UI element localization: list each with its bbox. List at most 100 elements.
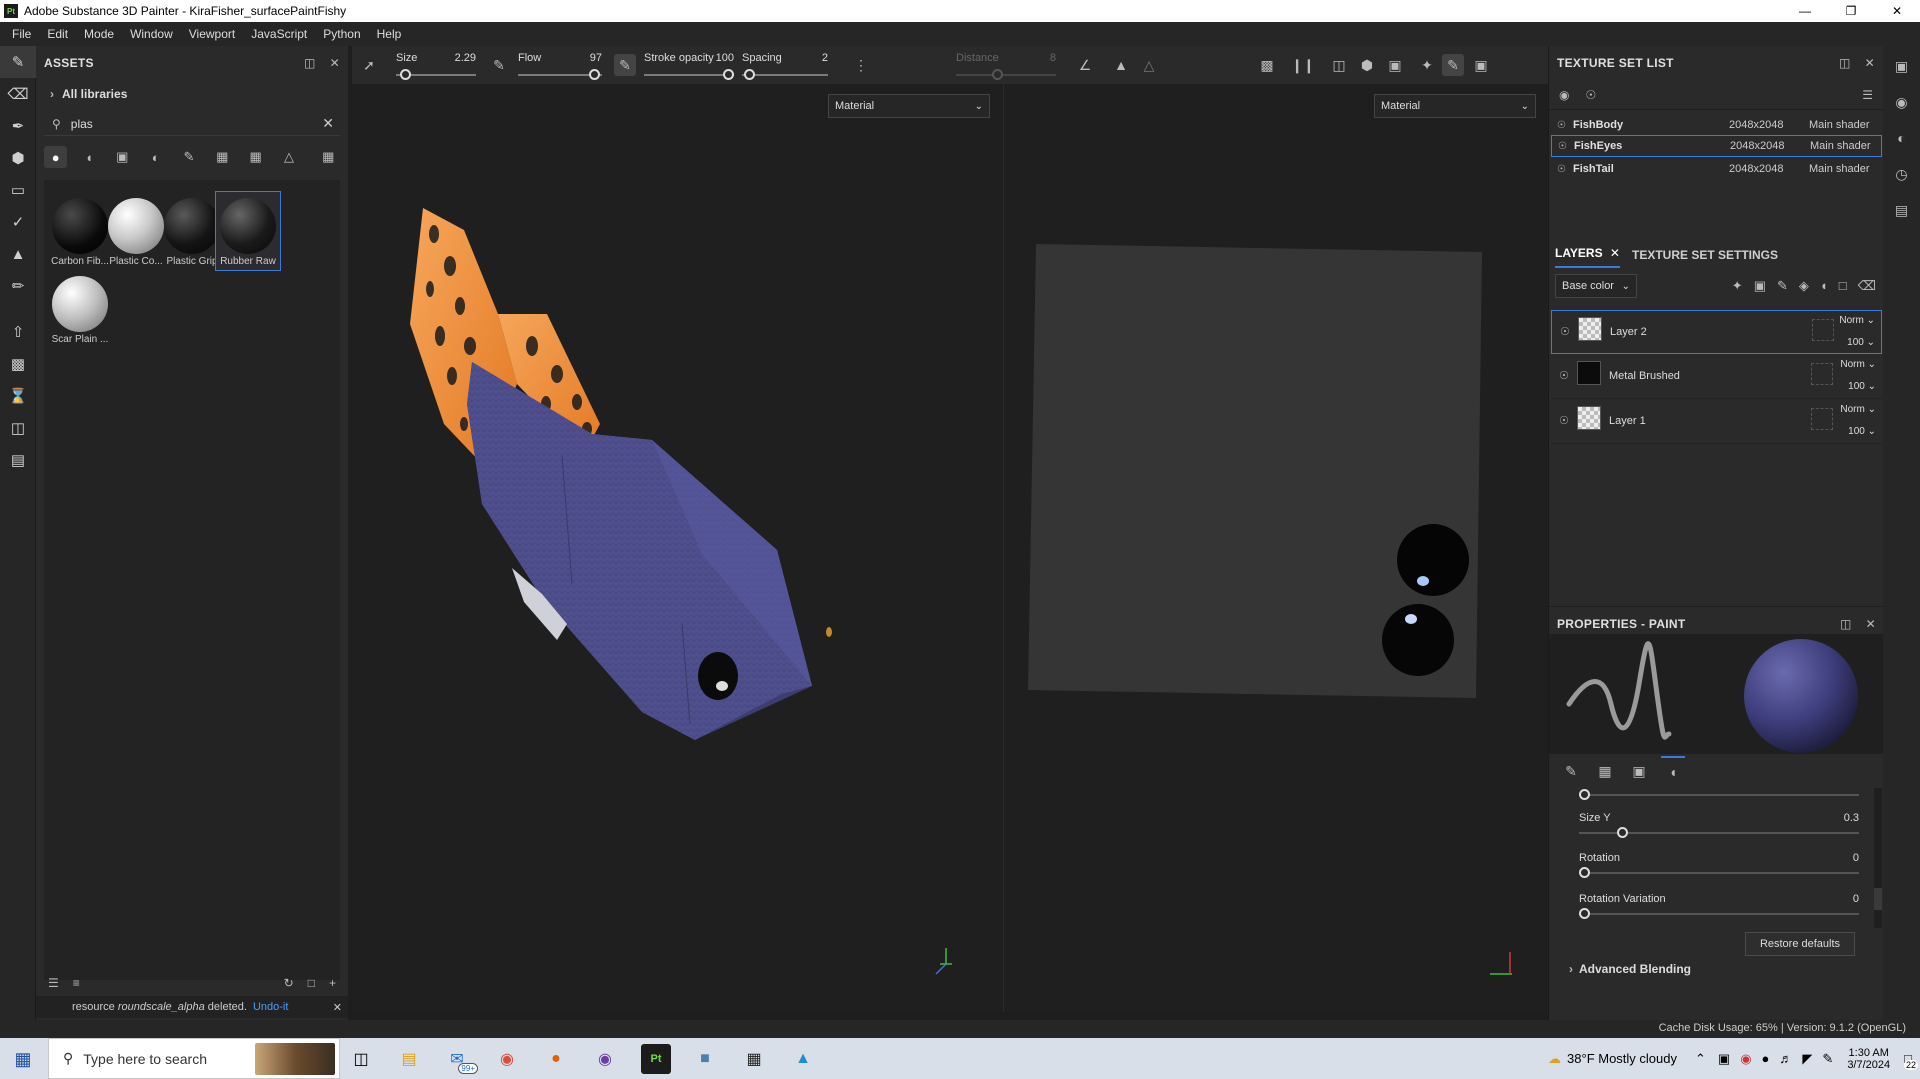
add-mask-icon[interactable]: ▣ [1754, 278, 1766, 294]
texture-set-list-icon[interactable]: ▣ [1883, 50, 1920, 82]
app-icon-2[interactable]: ▦ [739, 1044, 769, 1074]
viewport-2d[interactable]: Material ⌄ [1003, 84, 1548, 1012]
refresh-icon[interactable]: ↻ [284, 976, 294, 990]
add-effect-icon[interactable]: ✦ [1732, 278, 1743, 294]
menu-mode[interactable]: Mode [76, 27, 122, 41]
clock[interactable]: 1:30 AM 3/7/2024 [1847, 1047, 1890, 1071]
tray-icon[interactable]: ▣ [1718, 1051, 1730, 1067]
discord-icon[interactable]: ◉ [590, 1044, 620, 1074]
hourglass-icon[interactable]: ⌛ [0, 380, 36, 412]
screenshot-icon[interactable]: ▣ [1470, 54, 1492, 76]
material-rubber-raw[interactable]: Rubber Raw [215, 191, 281, 271]
tray-icon-2[interactable]: ◉ [1740, 1051, 1751, 1067]
add-paint-layer-icon[interactable]: ✎ [1777, 278, 1788, 294]
color-picker-icon[interactable]: ✏ [0, 270, 36, 302]
split-view-icon[interactable]: ◫ [1328, 54, 1350, 76]
close-icon[interactable]: ✕ [1874, 0, 1920, 22]
eye-icon[interactable]: ☉ [1585, 88, 1596, 102]
chrome-icon[interactable]: ◉ [492, 1044, 522, 1074]
add-icon[interactable]: + [329, 976, 336, 990]
details-view-icon[interactable]: ≡ [73, 976, 80, 990]
menu-help[interactable]: Help [369, 27, 410, 41]
export-icon[interactable]: ⇧ [0, 316, 36, 348]
layer-row[interactable]: ☉ Layer 1 Norm ⌄ 100 ⌄ [1551, 400, 1882, 444]
advanced-blending-section[interactable]: › Advanced Blending [1569, 962, 1691, 976]
app-icon[interactable]: ■ [690, 1044, 720, 1074]
symmetry-off-icon[interactable]: △ [1138, 54, 1160, 76]
close-panel-icon[interactable]: ✕ [330, 56, 340, 70]
texture-set-row[interactable]: ☉ FishBody 2048x2048 Main shader [1551, 114, 1882, 136]
menu-viewport[interactable]: Viewport [181, 27, 243, 41]
polygon-fill-icon[interactable]: ▭ [0, 174, 36, 206]
undo-link[interactable]: Undo-it [253, 1001, 288, 1013]
close-panel-icon[interactable]: ✕ [1866, 617, 1876, 631]
material-tab-icon[interactable]: ◖ [1661, 756, 1685, 786]
channel-select[interactable]: Base color ⌄ [1555, 274, 1637, 298]
flow-knob[interactable] [589, 69, 600, 80]
brushes-filter-icon[interactable]: ✎ [177, 146, 200, 168]
file-explorer-icon[interactable]: ▤ [394, 1044, 424, 1074]
spacing-slider[interactable]: Spacing 2 [742, 48, 828, 82]
chevron-up-icon[interactable]: ⌃ [1695, 1051, 1706, 1067]
eraser-icon[interactable]: ⌫ [0, 78, 36, 110]
float-panel-icon[interactable]: ◫ [1839, 56, 1851, 70]
smart-materials-filter-icon[interactable]: ◖ [77, 146, 100, 168]
brush-mode-icon[interactable]: ✎ [1442, 54, 1464, 76]
windows-start-icon[interactable]: ▦ [8, 1044, 38, 1074]
particles-filter-icon[interactable]: ▦ [211, 146, 234, 168]
wifi-icon[interactable]: ◤ [1802, 1051, 1812, 1067]
add-folder-icon[interactable]: □ [1839, 278, 1847, 294]
task-view-icon[interactable]: ◫ [346, 1044, 376, 1074]
pause-icon[interactable]: ❙❙ [1291, 54, 1314, 76]
add-fill-layer-icon[interactable]: ◈ [1799, 278, 1809, 294]
alpha-tab-icon[interactable]: ▦ [1593, 756, 1617, 786]
layer-opacity-select[interactable]: 100 ⌄ [1847, 337, 1875, 348]
notification-icon[interactable]: □ 22 [1903, 1051, 1918, 1070]
camera-icon[interactable]: ▣ [1384, 54, 1406, 76]
material-plastic-co[interactable]: Plastic Co... [104, 192, 168, 270]
material-plastic-grip[interactable]: Plastic Grip [160, 192, 224, 270]
size-y-knob[interactable] [1617, 827, 1628, 838]
visibility-icon[interactable]: ☉ [1559, 369, 1569, 382]
material-scar-plain[interactable]: Scar Plain ... [48, 270, 112, 348]
substance-painter-taskbar-icon[interactable]: Pt [641, 1044, 671, 1074]
display-icon[interactable]: ◫ [0, 412, 36, 444]
uv-icon[interactable]: ▤ [0, 444, 36, 476]
materials-filter-icon[interactable]: ● [44, 146, 68, 168]
texture-set-shader[interactable]: Main shader [1809, 119, 1870, 131]
clear-search-icon[interactable]: ✕ [322, 115, 334, 132]
layer-mask-slot[interactable] [1812, 319, 1834, 341]
list-view-icon[interactable]: ☰ [48, 976, 59, 990]
properties-scrollbar[interactable] [1874, 788, 1882, 928]
spacing-knob[interactable] [744, 69, 755, 80]
texture-set-shader[interactable]: Main shader [1809, 163, 1870, 175]
texture-set-shader[interactable]: Main shader [1810, 140, 1871, 152]
close-tab-icon[interactable]: ✕ [1610, 246, 1620, 260]
add-smart-material-icon[interactable]: ◖ [1820, 278, 1828, 294]
library-breadcrumb[interactable]: › All libraries [36, 80, 348, 108]
visibility-icon[interactable]: ☉ [1557, 164, 1566, 175]
size-slider[interactable]: Size 2.29 [396, 48, 476, 82]
visibility-icon[interactable]: ☉ [1557, 120, 1566, 131]
taskbar-search[interactable]: ⚲ Type here to search [48, 1038, 340, 1079]
visibility-icon[interactable]: ☉ [1560, 325, 1570, 338]
rotation-knob[interactable] [1579, 867, 1590, 878]
stencil-tab-icon[interactable]: ▣ [1627, 756, 1651, 786]
pen-pressure-icon[interactable]: ✎ [488, 54, 510, 76]
material-carbon-fiber[interactable]: Carbon Fib... [48, 192, 112, 270]
volume-icon[interactable]: ♬ [1779, 1051, 1792, 1066]
tab-layers[interactable]: LAYERS ✕ [1555, 246, 1620, 268]
texture-set-row[interactable]: ☉ FishTail 2048x2048 Main shader [1551, 158, 1882, 180]
restore-icon[interactable]: ❐ [1828, 0, 1874, 22]
rotation-variation-knob[interactable] [1579, 908, 1590, 919]
visibility-icon[interactable]: ☉ [1559, 414, 1569, 427]
mail-icon[interactable]: ✉ 99+ [442, 1044, 478, 1074]
texture-set-row[interactable]: ☉ FishEyes 2048x2048 Main shader [1551, 135, 1882, 157]
physics-icon[interactable]: ✦ [1416, 54, 1438, 76]
layer-name[interactable]: Layer 1 [1609, 415, 1646, 427]
brush-tab-icon[interactable]: ✎ [1559, 756, 1583, 786]
stroke-opacity-slider[interactable]: Stroke opacity 100 [644, 48, 734, 82]
3d-view-icon[interactable]: ⬢ [1356, 54, 1378, 76]
stroke-opacity-knob[interactable] [723, 69, 734, 80]
rotation-value[interactable]: 0 [1853, 852, 1859, 864]
